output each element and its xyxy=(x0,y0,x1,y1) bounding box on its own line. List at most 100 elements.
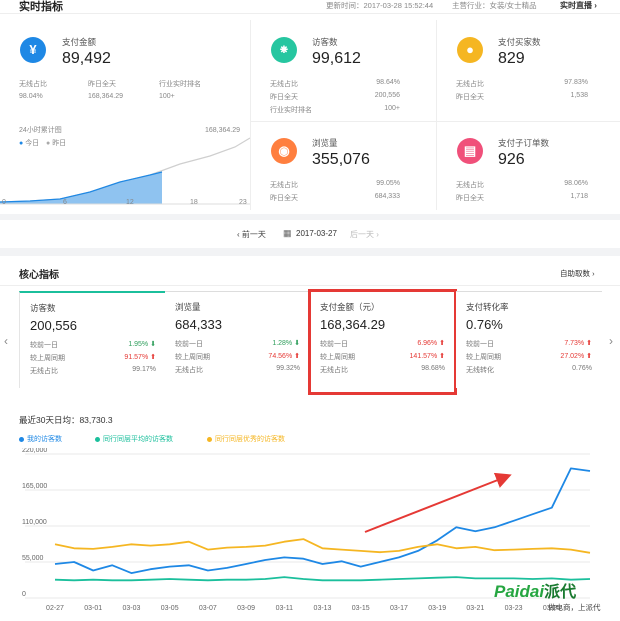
card-row-label: 无线占比 xyxy=(175,367,203,374)
col-divider xyxy=(436,20,437,210)
x-tick-label: 03-05 xyxy=(161,605,179,612)
x-tick-label: 03-15 xyxy=(352,605,370,612)
sub-value: 1,538 xyxy=(570,92,588,99)
col-divider xyxy=(250,20,251,210)
trend-average: 最近30天日均：83,730.3 xyxy=(19,415,113,425)
y-tick-label: 55,000 xyxy=(22,555,44,562)
sub-label: 昨日全天 xyxy=(456,195,484,202)
kpi-visitors-value: 99,612 xyxy=(312,50,361,67)
sub-value: 99.05% xyxy=(376,180,400,187)
card-row-label: 较上周同期 xyxy=(30,355,65,362)
x-tick-label: 03-09 xyxy=(237,605,255,612)
sub-label: 行业实时排名 xyxy=(270,107,312,114)
sub-value: 684,333 xyxy=(374,193,400,200)
calendar-icon[interactable]: ▦ xyxy=(283,228,292,239)
chevron-left-icon: ‹ xyxy=(237,230,240,239)
current-date[interactable]: 2017-03-27 xyxy=(296,229,337,238)
sub-label: 行业实时排名 xyxy=(159,81,201,88)
yuan-icon: ¥ xyxy=(20,37,46,63)
kpi-pay-amount-title: 支付金额 xyxy=(62,37,97,47)
prev-day-button[interactable]: ‹ 前一天 xyxy=(237,229,266,240)
footprint-icon: ⁕ xyxy=(271,37,297,63)
sub-label: 无线占比 xyxy=(19,81,47,88)
mini-tick: 0 xyxy=(2,199,6,206)
card-value: 200,556 xyxy=(30,318,77,333)
card-title: 访客数 xyxy=(30,303,56,313)
sub-label: 昨日全天 xyxy=(88,81,116,88)
metric-card-conversion[interactable]: 支付转化率 0.76% 较前一日 7.73% ⬆ 较上周同期 27.02% ⬆ … xyxy=(456,291,602,388)
card-row-value: 1.95% ⬇ xyxy=(128,341,156,348)
kpi-pageviews-title: 浏览量 xyxy=(312,138,338,148)
sub-value: 98.06% xyxy=(564,180,588,187)
sub-value: 200,556 xyxy=(374,92,400,99)
chevron-right-icon: › xyxy=(592,269,595,278)
arrow-up-icon: ⬆ xyxy=(294,353,300,360)
eye-icon: ◉ xyxy=(271,138,297,164)
series-line-0 xyxy=(54,467,591,574)
x-tick-label: 03-17 xyxy=(390,605,408,612)
live-link[interactable]: 实时直播 › xyxy=(560,0,597,11)
sub-value: 100+ xyxy=(384,105,400,112)
watermark-logo: Paidai派代 xyxy=(494,578,576,602)
y-tick-label: 165,000 xyxy=(22,483,47,490)
kpi-visitors-title: 访客数 xyxy=(312,37,338,47)
next-day-button[interactable]: 后一天 › xyxy=(350,229,379,240)
y-tick-label: 0 xyxy=(22,591,26,598)
mini-tick: 18 xyxy=(190,199,198,206)
card-row-value: 99.32% xyxy=(276,365,300,372)
metric-card-visitors[interactable]: 访客数 200,556 较前一日 1.95% ⬇ 较上周同期 91.57% ⬆ … xyxy=(19,291,167,388)
sub-label: 无线占比 xyxy=(270,81,298,88)
kpi-pay-amount-value: 89,492 xyxy=(62,50,111,67)
scroll-right-icon[interactable]: › xyxy=(609,334,613,348)
core-title: 核心指标 xyxy=(19,270,59,281)
watermark-tagline: 做电商，上派代 xyxy=(548,603,601,612)
brand-cn: 派代 xyxy=(544,584,577,601)
arrow-up-icon: ⬆ xyxy=(150,354,156,361)
kpi-pageviews-value: 355,076 xyxy=(312,151,370,168)
card-value: 684,333 xyxy=(175,317,222,332)
buyer-icon: ● xyxy=(457,37,483,63)
sub-value: 100+ xyxy=(159,93,175,100)
core-divider xyxy=(0,285,620,286)
legend-mine[interactable]: 我的访客数 xyxy=(19,434,62,444)
scroll-left-icon[interactable]: ‹ xyxy=(4,334,8,348)
mini-tick: 6 xyxy=(63,199,67,206)
sub-value: 98.64% xyxy=(376,79,400,86)
y-tick-label: 220,000 xyxy=(22,448,47,454)
order-icon: ▤ xyxy=(457,138,483,164)
card-row-label: 较上周同期 xyxy=(175,354,210,361)
card-row-value: 1.28% ⬇ xyxy=(272,340,300,347)
legend-avg[interactable]: 同行同层平均的访客数 xyxy=(95,434,173,444)
sub-label: 昨日全天 xyxy=(456,94,484,101)
card-row-label: 无线转化 xyxy=(466,367,494,374)
auto-fetch-link[interactable]: 自助取数 › xyxy=(560,268,595,279)
chevron-right-icon: › xyxy=(594,1,597,10)
card-row-label: 较前一日 xyxy=(175,341,203,348)
sub-label: 无线占比 xyxy=(270,182,298,189)
card-value: 0.76% xyxy=(466,317,503,332)
industry-label: 主营行业：女装/女士精品 xyxy=(452,1,537,10)
card-title: 浏览量 xyxy=(175,302,201,312)
brand-text: Paidai xyxy=(494,582,545,601)
sub-label: 昨日全天 xyxy=(270,94,298,101)
x-tick-label: 03-13 xyxy=(314,605,332,612)
card-row-label: 无线占比 xyxy=(30,368,58,375)
legend-excellent[interactable]: 同行同层优秀的访客数 xyxy=(207,434,285,444)
card-row-value: 0.76% xyxy=(572,365,592,372)
card-row-value: 99.17% xyxy=(132,366,156,373)
series-line-2 xyxy=(54,538,591,554)
x-tick-label: 03-01 xyxy=(84,605,102,612)
arrow-up-icon: ⬆ xyxy=(586,353,592,360)
arrow-down-icon: ⬇ xyxy=(294,340,300,347)
kpi-buyers-title: 支付买家数 xyxy=(498,37,541,47)
card-row-label: 较前一日 xyxy=(30,342,58,349)
sub-label: 无线占比 xyxy=(456,81,484,88)
x-tick-label: 03-19 xyxy=(428,605,446,612)
metric-card-pageviews[interactable]: 浏览量 684,333 较前一日 1.28% ⬇ 较上周同期 74.56% ⬆ … xyxy=(165,291,311,388)
y-tick-label: 110,000 xyxy=(22,519,47,526)
card-row-value: 7.73% ⬆ xyxy=(564,340,592,347)
mini-tick: 12 xyxy=(126,199,134,206)
update-time: 更新时间：2017-03-28 15:52:44 xyxy=(326,1,434,10)
arrow-up-icon: ⬆ xyxy=(586,340,592,347)
card-title: 支付转化率 xyxy=(466,302,509,312)
